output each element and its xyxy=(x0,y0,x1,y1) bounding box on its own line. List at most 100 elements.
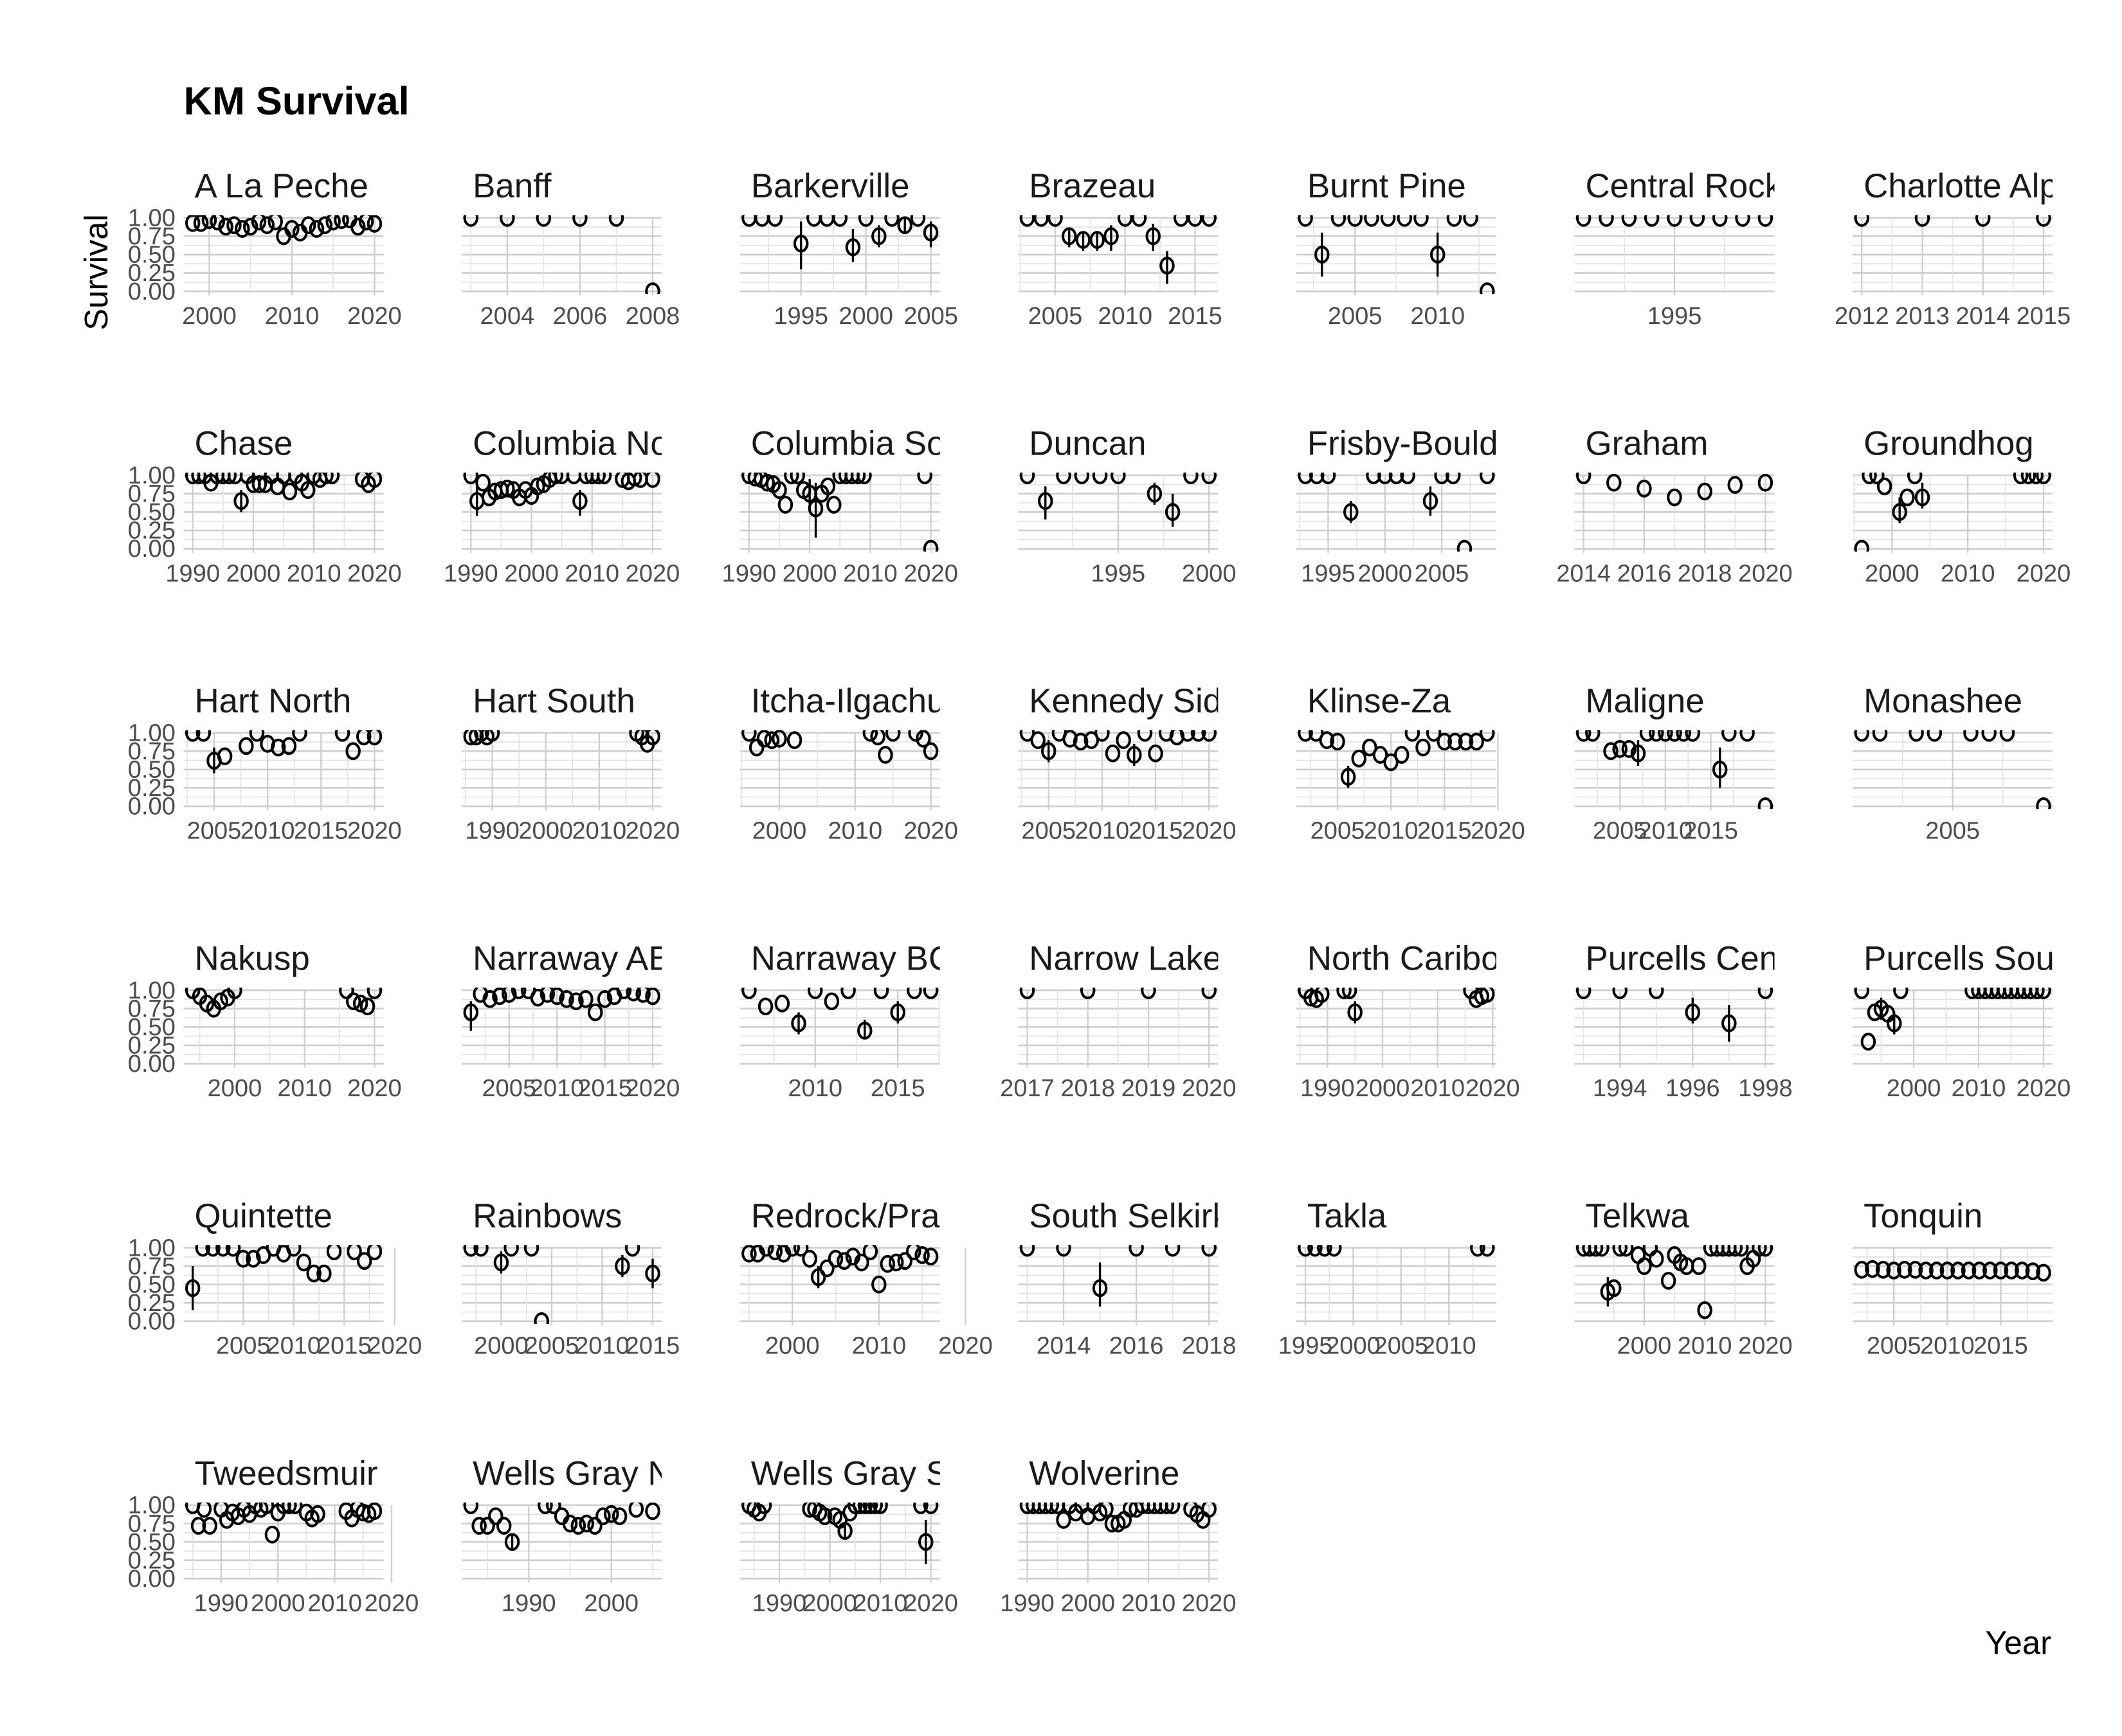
panel-title: Hart South xyxy=(473,682,635,720)
x-tick-label: 2010 xyxy=(572,818,627,845)
x-tick-label: 1996 xyxy=(1665,1075,1720,1102)
data-point xyxy=(1876,477,1892,496)
data-point xyxy=(496,1517,512,1535)
data-point xyxy=(1351,749,1366,768)
x-tick-label: 2020 xyxy=(1738,1333,1793,1360)
x-tick-label: 2020 xyxy=(626,818,680,845)
x-tick-label: 2018 xyxy=(1678,560,1732,587)
points-layer xyxy=(185,1502,383,1544)
facet-panel: Purcells Sout 2000 2010 2020 xyxy=(1853,939,2071,1102)
panel-title: Narrow Lake xyxy=(1029,939,1222,977)
panel-title: Nakusp xyxy=(195,939,310,977)
facet-panel: Hart South 1990200020102020 xyxy=(462,682,680,845)
x-tick-label: 2020 xyxy=(1738,560,1793,587)
facet-panel: Itcha-Ilgachu 2000 2010 2020 xyxy=(739,682,958,845)
x-tick-label: 2000 xyxy=(251,1590,305,1617)
facet-panel: Wells Gray N 1990 2000 xyxy=(462,1454,672,1617)
x-tick-label: 1995 xyxy=(1301,560,1356,587)
data-point xyxy=(264,1525,280,1544)
x-tick-label: 2005 xyxy=(1310,818,1365,845)
panel-title: Quintette xyxy=(195,1197,333,1235)
panel-title: Wolverine xyxy=(1029,1454,1179,1492)
x-tick-label: 2000 xyxy=(518,818,573,845)
x-tick-label: 1998 xyxy=(1738,1075,1793,1102)
points-layer xyxy=(1854,987,2051,1051)
facet-panel: Klinse-Za 2005201020152020 xyxy=(1296,682,1525,845)
x-tick-label: 2016 xyxy=(1617,560,1672,587)
data-point xyxy=(757,997,774,1016)
x-tick-label: 2010 xyxy=(265,303,320,330)
facet-panel: Groundhog 2000 2010 2020 xyxy=(1853,425,2071,587)
panel-title: Klinse-Za xyxy=(1307,682,1451,720)
panel-title: Graham xyxy=(1585,425,1708,463)
panel-title: Rainbows xyxy=(473,1197,622,1235)
x-tick-label: 2015 xyxy=(2017,303,2071,330)
data-point xyxy=(786,731,803,750)
facet-panel: Charlotte Alp 2012 2013 2014 2015 xyxy=(1835,167,2071,330)
x-tick-label: 2015 xyxy=(1973,1333,2028,1360)
x-tick-label: 2000 xyxy=(208,1075,262,1102)
x-tick-label: 2015 xyxy=(871,1075,925,1102)
facet-panel: Columbia So 1990 2000 2010 2020 xyxy=(722,425,958,588)
x-tick-label: 2000 xyxy=(584,1590,639,1617)
x-tick-label: 2000 xyxy=(1865,560,1919,587)
x-tick-label: 2000 xyxy=(803,1590,857,1617)
facet-panel: Brazeau 2005 2010 2015 xyxy=(1018,167,1222,330)
x-tick-label: 2006 xyxy=(553,303,608,330)
facet-panel: North Caribo 1990 2000 2010 2020 xyxy=(1296,939,1520,1102)
y-tick-label: 1.00 xyxy=(128,462,176,489)
panel-title: Wells Gray S xyxy=(751,1454,949,1492)
x-tick-label: 1990 xyxy=(722,560,777,587)
x-tick-label: 1990 xyxy=(165,560,220,587)
panel-title: Groundhog xyxy=(1864,425,2034,463)
x-tick-label: 2018 xyxy=(1182,1333,1237,1360)
points-layer xyxy=(1298,987,1495,1024)
x-tick-label: 2020 xyxy=(1182,818,1237,845)
panel-title: Barkerville xyxy=(751,167,910,205)
panel-title: Duncan xyxy=(1029,425,1146,463)
x-tick-label: 2020 xyxy=(365,1590,419,1617)
points-layer xyxy=(1019,730,1217,766)
x-tick-label: 2020 xyxy=(2017,1075,2071,1102)
x-tick-label: 2015 xyxy=(626,1333,680,1360)
x-tick-label: 2000 xyxy=(839,303,893,330)
panel-title: Tweedsmuir xyxy=(195,1454,378,1492)
x-tick-label: 2020 xyxy=(626,560,680,587)
points-layer xyxy=(463,730,660,753)
data-point xyxy=(1030,731,1046,750)
panel-title: Monashee xyxy=(1864,682,2022,720)
data-point xyxy=(226,216,242,235)
x-tick-label: 2020 xyxy=(903,560,958,587)
data-point xyxy=(777,496,793,514)
panel-title: Narraway AB xyxy=(473,939,671,977)
panel-title: Maligne xyxy=(1585,682,1704,720)
x-tick-label: 2015 xyxy=(1683,818,1738,845)
y-tick-label: 1.00 xyxy=(128,1492,176,1519)
facet-panel: Barkerville 1995 2000 2005 xyxy=(739,167,958,330)
x-tick-label: 2000 xyxy=(1326,1333,1381,1360)
data-point xyxy=(1116,731,1131,750)
facet-panel: Chase1990 2000 2010 20200.000.250.500.751.0… xyxy=(128,425,402,588)
facet-panel: Columbia No 1990 2000 2010 2020 xyxy=(444,425,680,588)
x-tick-label: 2014 xyxy=(1037,1333,1091,1360)
points-layer xyxy=(1019,1245,1217,1307)
panel-title: Narraway BC xyxy=(751,939,953,977)
facet-panel: Graham 2014 2016 2018 2020 xyxy=(1556,425,1792,588)
x-tick-label: 1995 xyxy=(1091,560,1146,587)
panel-title: Charlotte Alp xyxy=(1864,167,2058,205)
panel-title: Wells Gray N xyxy=(473,1454,672,1492)
facet-panel: Wells Gray S 1990200020102020 xyxy=(739,1454,958,1617)
x-tick-label: 2015 xyxy=(317,1333,372,1360)
data-point xyxy=(612,1507,628,1526)
facet-panel: Tonquin 200520102015 xyxy=(1853,1197,2053,1360)
x-tick-label: 2010 xyxy=(1678,1333,1732,1360)
panel-title: Tonquin xyxy=(1864,1197,1982,1235)
x-tick-label: 1995 xyxy=(1278,1333,1333,1360)
x-tick-label: 2020 xyxy=(2017,560,2071,587)
x-tick-label: 2000 xyxy=(182,303,237,330)
facet-panel: Nakusp2000 2010 20200.000.250.500.751.00 xyxy=(128,939,402,1102)
facet-panel: Narraway BC 2010 2015 xyxy=(739,939,953,1102)
x-tick-label: 2010 xyxy=(266,1333,321,1360)
x-tick-label: 2020 xyxy=(1465,1075,1520,1102)
x-tick-label: 2000 xyxy=(783,560,837,587)
